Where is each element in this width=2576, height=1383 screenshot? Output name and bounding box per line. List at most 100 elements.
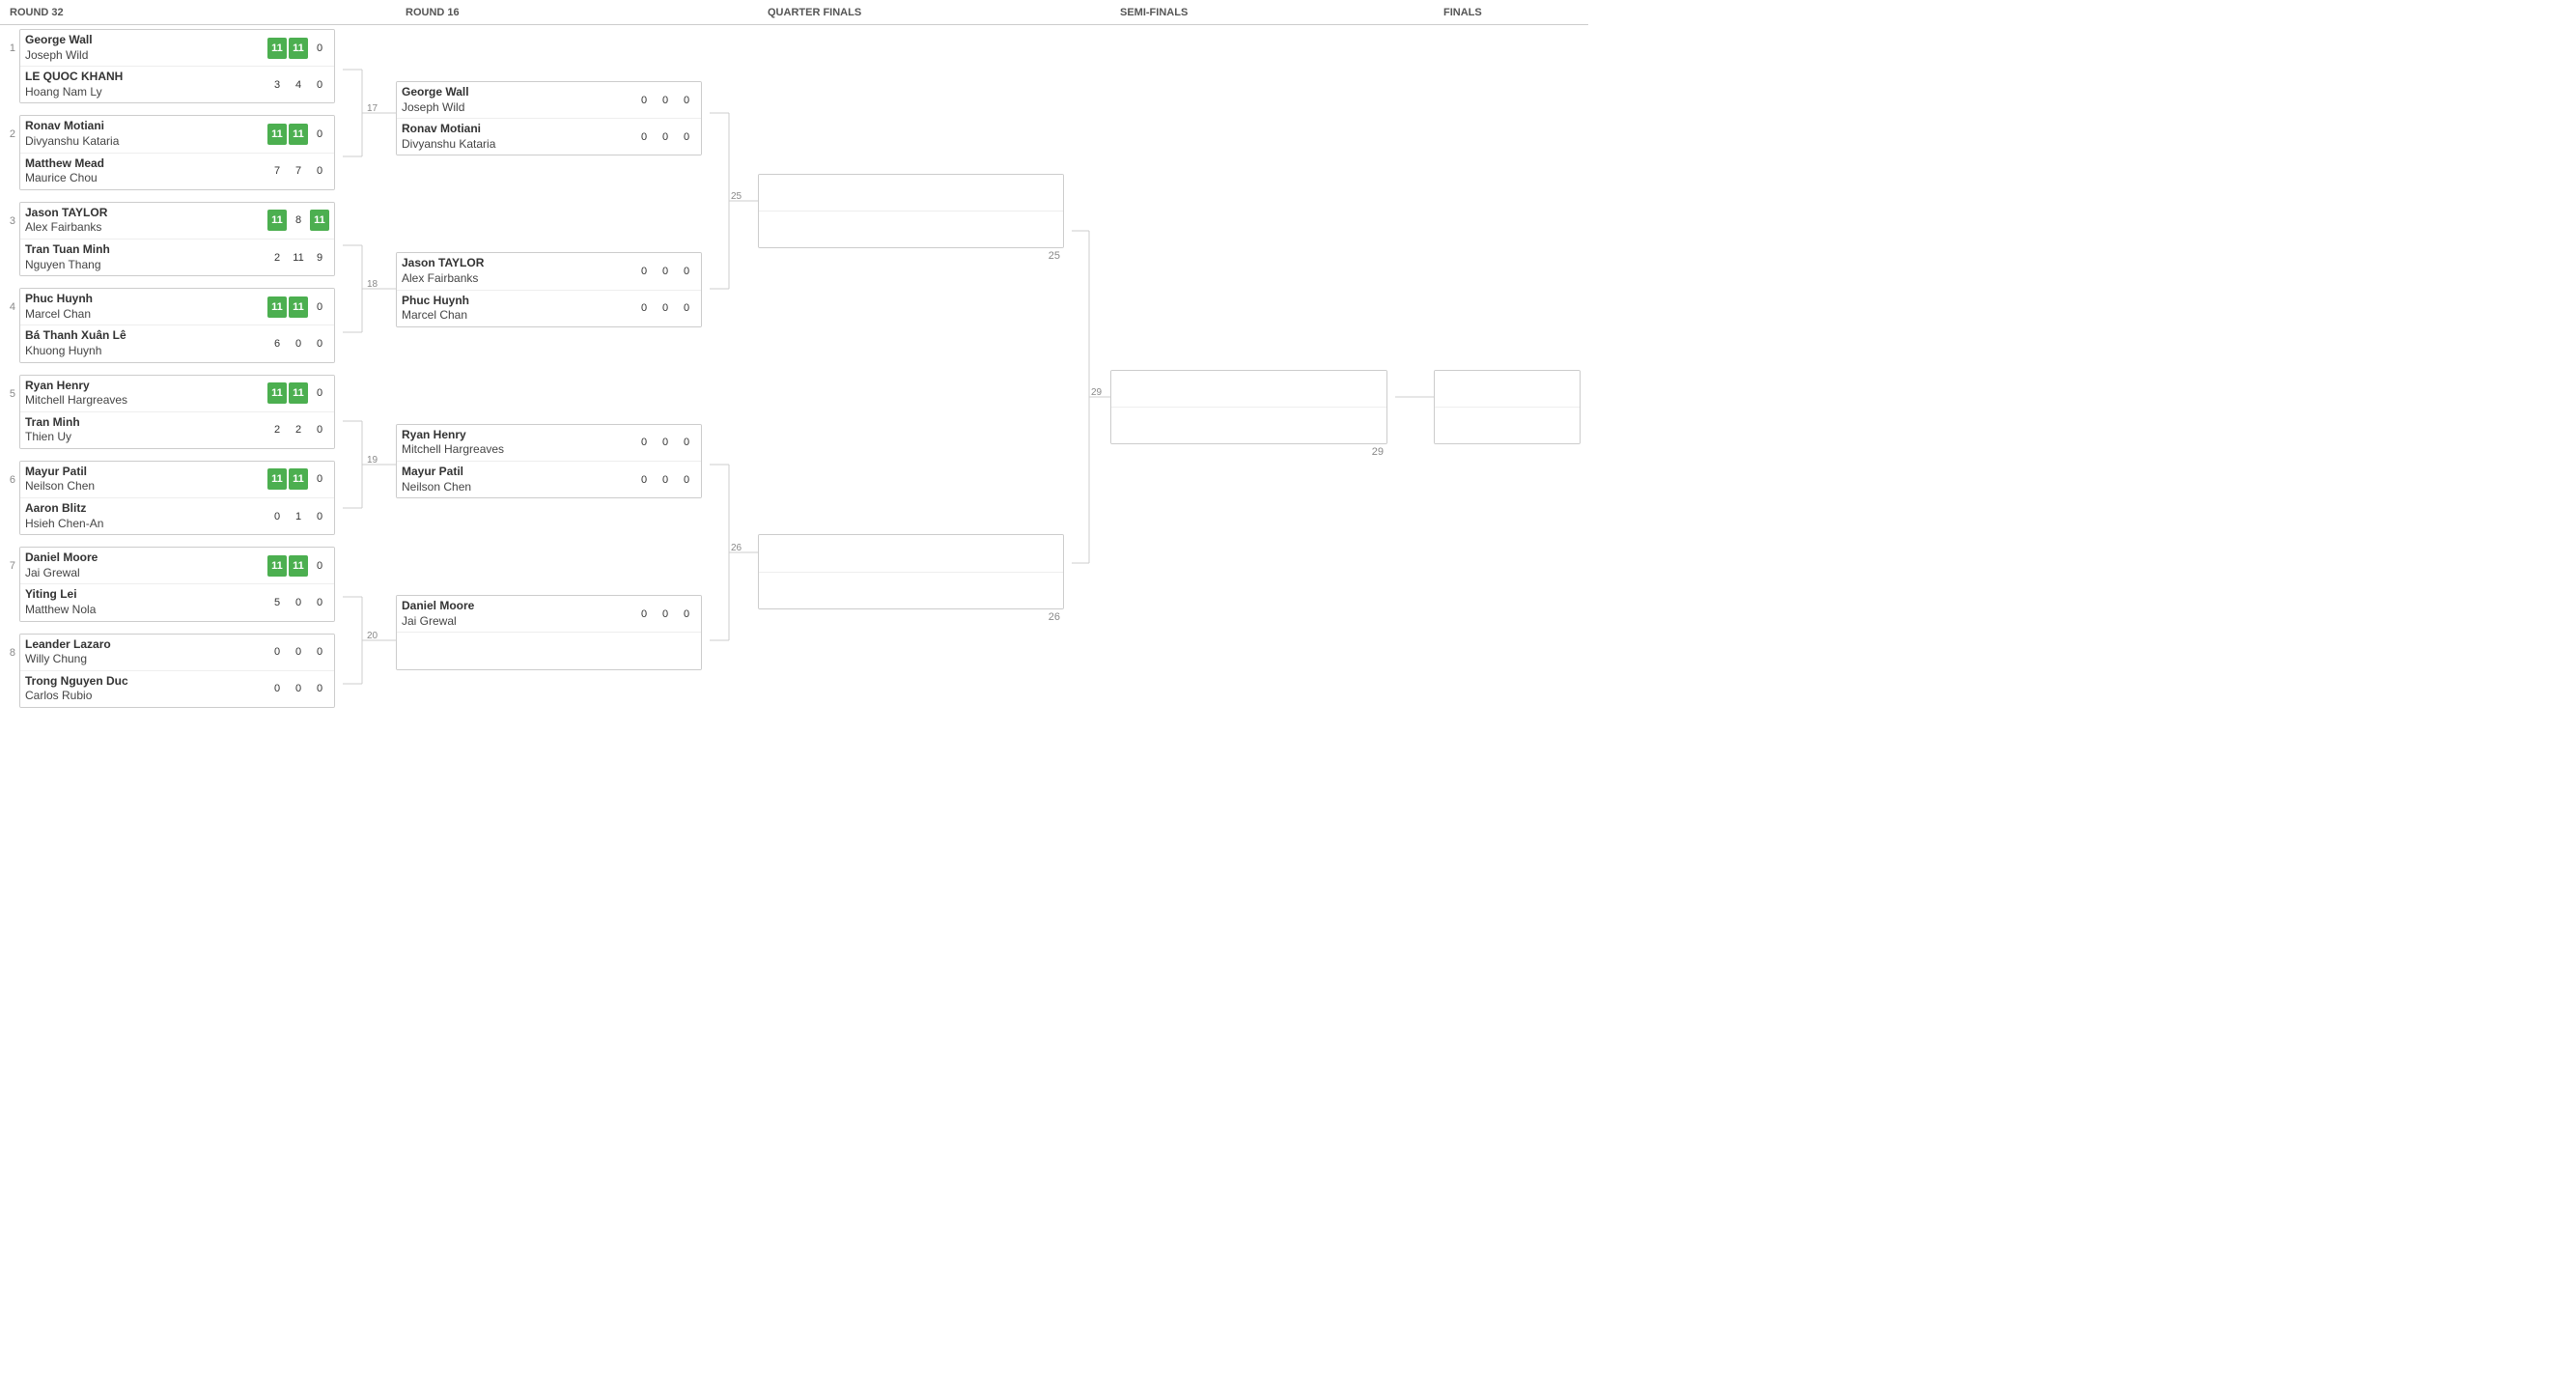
team-box-3: Jason TAYLORAlex Fairbanks 11 8 11 Tran …: [19, 202, 335, 276]
finals-team-a: [1440, 374, 1575, 404]
r16-scores-20b: [634, 640, 696, 662]
sf-row-29b: [1111, 407, 1386, 443]
svg-text:29: 29: [1091, 387, 1103, 398]
r32-matchup-2: 2 Ronav MotianiDivyanshu Kataria 11 11 0: [4, 115, 335, 189]
team-row-3b: Tran Tuan MinhNguyen Thang 2 11 9: [20, 239, 334, 275]
r16-scores-17a: 0 0 0: [634, 90, 696, 111]
score-8a-2: 0: [289, 641, 308, 663]
team-row-1b: LE QUOC KHANHHoang Nam Ly 3 4 0: [20, 66, 334, 102]
semifinals-column: SEMI-FINALS 29: [1110, 0, 1395, 894]
score-1b-2: 4: [289, 74, 308, 96]
r16-team-20a: Daniel MooreJai Grewal: [402, 599, 630, 629]
r16-row-17b: Ronav MotianiDivyanshu Kataria 0 0 0: [397, 118, 701, 155]
match-number-5: 5: [4, 375, 19, 400]
connector-svg-sf-fin: [1395, 25, 1434, 894]
r16-sc-20b-3: [677, 640, 696, 662]
score-3a-2: 8: [289, 210, 308, 231]
r16-sc-19a-1: 0: [634, 432, 654, 453]
r32-matchup-6: 6 Mayur PatilNeilson Chen 11 11 0 A: [4, 461, 335, 535]
score-1b-3: 0: [310, 74, 329, 96]
connector-svg-r16-qf: 25 26: [710, 25, 758, 894]
scores-4b: 6 0 0: [267, 333, 329, 354]
team-name-6b: Aaron BlitzHsieh Chen-An: [25, 501, 264, 531]
round16-header: ROUND 16: [396, 0, 710, 25]
score-1a-3: 0: [310, 38, 329, 59]
r32-matchup-4: 4 Phuc HuynhMarcel Chan 11 11 0 Bá: [4, 288, 335, 362]
team-box-7: Daniel MooreJai Grewal 11 11 0 Yiting Le…: [19, 547, 335, 621]
match-number-8: 8: [4, 634, 19, 659]
scores-2a: 11 11 0: [267, 124, 329, 145]
r16-sc-17a-2: 0: [656, 90, 675, 111]
r32-matchup-8: 8 Leander LazaroWilly Chung 0 0 0 T: [4, 634, 335, 708]
r16-sc-17a-1: 0: [634, 90, 654, 111]
score-5b-2: 2: [289, 419, 308, 440]
svg-text:25: 25: [731, 191, 742, 202]
r16-row-19a: Ryan HenryMitchell Hargreaves 0 0 0: [397, 425, 701, 461]
score-2a-3: 0: [310, 124, 329, 145]
qf-row-25a: [759, 175, 1063, 211]
scores-1b: 3 4 0: [267, 74, 329, 96]
match-number-3: 3: [4, 202, 19, 227]
scores-8b: 0 0 0: [267, 678, 329, 699]
score-7a-3: 0: [310, 555, 329, 577]
scores-3b: 2 11 9: [267, 247, 329, 268]
r16-row-17a: George WallJoseph Wild 0 0 0: [397, 82, 701, 118]
r16-team-18a: Jason TAYLORAlex Fairbanks: [402, 256, 630, 286]
finals-row-a: [1435, 371, 1580, 407]
qf-bracket-id-25: 25: [758, 250, 1064, 262]
finals-header: FINALS: [1434, 0, 1588, 25]
score-2a-2: 11: [289, 124, 308, 145]
score-6b-1: 0: [267, 506, 287, 527]
team-row-7a: Daniel MooreJai Grewal 11 11 0: [20, 548, 334, 583]
score-3b-1: 2: [267, 247, 287, 268]
r16-scores-19a: 0 0 0: [634, 432, 696, 453]
team-row-7b: Yiting LeiMatthew Nola 5 0 0: [20, 583, 334, 620]
r16-row-19b: Mayur PatilNeilson Chen 0 0 0: [397, 461, 701, 497]
r16-team-20b: [402, 635, 630, 665]
scores-1a: 11 11 0: [267, 38, 329, 59]
r16-sc-17a-3: 0: [677, 90, 696, 111]
scores-2b: 7 7 0: [267, 160, 329, 182]
score-4b-3: 0: [310, 333, 329, 354]
score-4b-2: 0: [289, 333, 308, 354]
connector-svg-r32-r16: 17 18 19 20: [343, 25, 396, 894]
score-3a-1: 11: [267, 210, 287, 231]
team-row-2b: Matthew MeadMaurice Chou 7 7 0: [20, 153, 334, 189]
quarterfinals-matches: 25 26: [758, 25, 1072, 627]
score-2b-1: 7: [267, 160, 287, 182]
match-box-5: Ryan HenryMitchell Hargreaves 11 11 0 Tr…: [19, 375, 335, 449]
qf-bracket-id-26: 26: [758, 611, 1064, 623]
score-7a-2: 11: [289, 555, 308, 577]
r16-scores-20a: 0 0 0: [634, 604, 696, 625]
r32-matchup-1: 1 George WallJoseph Wild 11 11 0 LE: [4, 29, 335, 103]
team-name-3b: Tran Tuan MinhNguyen Thang: [25, 242, 264, 272]
r16-sc-18b-3: 0: [677, 297, 696, 319]
r16-sc-19a-2: 0: [656, 432, 675, 453]
round32-header: ROUND 32: [0, 0, 343, 25]
r16-sc-19b-1: 0: [634, 469, 654, 491]
team-name-8b: Trong Nguyen DucCarlos Rubio: [25, 674, 264, 704]
scores-6b: 0 1 0: [267, 506, 329, 527]
qf-team-25a: [764, 178, 1058, 208]
team-name-2a: Ronav MotianiDivyanshu Kataria: [25, 119, 264, 149]
match-number-4: 4: [4, 288, 19, 313]
match-box-1: George WallJoseph Wild 11 11 0 LE QUOC K…: [19, 29, 335, 103]
r16-sc-18b-2: 0: [656, 297, 675, 319]
r16-match-18: Jason TAYLORAlex Fairbanks 0 0 0 Phuc Hu…: [396, 252, 702, 326]
score-2a-1: 11: [267, 124, 287, 145]
finals-row-b: [1435, 407, 1580, 443]
match-box-3: Jason TAYLORAlex Fairbanks 11 8 11 Tran …: [19, 202, 335, 276]
team-box-5: Ryan HenryMitchell Hargreaves 11 11 0 Tr…: [19, 375, 335, 449]
score-8b-1: 0: [267, 678, 287, 699]
score-4a-1: 11: [267, 296, 287, 318]
team-row-5a: Ryan HenryMitchell Hargreaves 11 11 0: [20, 376, 334, 411]
connector-sf-fin: [1395, 0, 1434, 894]
team-box-4: Phuc HuynhMarcel Chan 11 11 0 Bá Thanh X…: [19, 288, 335, 362]
svg-text:17: 17: [367, 103, 378, 114]
scores-4a: 11 11 0: [267, 296, 329, 318]
r16-match-20: Daniel MooreJai Grewal 0 0 0: [396, 595, 702, 669]
r16-sc-20a-3: 0: [677, 604, 696, 625]
r16-sc-20b-2: [656, 640, 675, 662]
scores-5b: 2 2 0: [267, 419, 329, 440]
match-box-2: Ronav MotianiDivyanshu Kataria 11 11 0 M…: [19, 115, 335, 189]
